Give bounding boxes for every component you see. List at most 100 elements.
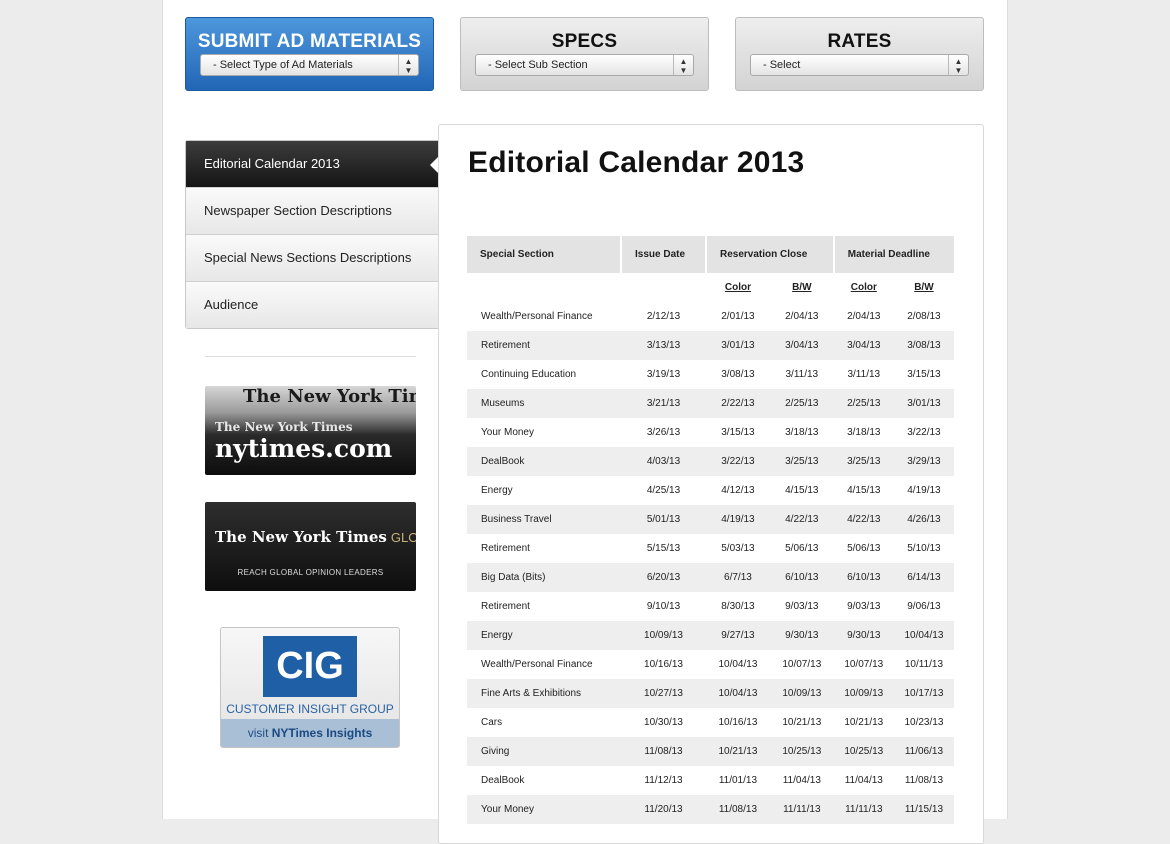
sidebar-item-editorial-calendar[interactable]: Editorial Calendar 2013	[186, 141, 439, 187]
cell-issue-date: 11/20/13	[644, 804, 683, 815]
cell-issue-date: 3/19/13	[646, 369, 681, 380]
cell-special-section: Museums	[481, 398, 525, 409]
cig-visit-target: NYTimes Insights	[271, 726, 373, 740]
cell-material-bw: 9/06/13	[907, 601, 941, 612]
cell-special-section: Wealth/Personal Finance	[481, 311, 593, 322]
cell-reservation-color: 11/01/13	[718, 775, 758, 786]
cell-material-color: 9/03/13	[847, 601, 881, 612]
select-arrows-icon: ▲ ▼	[398, 55, 418, 75]
cell-material-bw: 10/11/13	[904, 659, 944, 670]
cell-special-section: Giving	[481, 746, 510, 757]
rates-title: RATES	[827, 31, 892, 52]
header-special-section: Special Section	[467, 236, 622, 273]
editorial-calendar-table: Special Section Issue Date Reservation C…	[467, 236, 954, 824]
cell-reservation-color: 10/16/13	[718, 717, 758, 728]
cell-reservation-color: 11/08/13	[718, 804, 758, 815]
customer-insight-group-ad[interactable]: CIG CUSTOMER INSIGHT GROUP visit NYTimes…	[220, 627, 400, 748]
cell-issue-date: 3/26/13	[646, 427, 681, 438]
cell-reservation-bw: 10/21/13	[782, 717, 822, 728]
header-material-deadline: Material Deadline	[833, 236, 954, 273]
table-row: Retirement 9/10/13 8/30/13 9/03/13 9/03/13 9/…	[467, 592, 954, 621]
cell-material-bw: 4/26/13	[907, 514, 941, 525]
subheader-reservation-color: Color	[724, 282, 751, 293]
cig-name: CUSTOMER INSIGHT GROUP	[226, 702, 394, 716]
cell-material-bw: 3/29/13	[907, 456, 941, 467]
table-row: Retirement 5/15/13 5/03/13 5/06/13 5/06/13 5/…	[467, 534, 954, 563]
cell-material-color: 10/21/13	[844, 717, 884, 728]
cell-material-bw: 10/23/13	[904, 717, 944, 728]
cell-issue-date: 4/25/13	[646, 485, 681, 496]
select-arrows-icon: ▲ ▼	[948, 55, 968, 75]
nytimes-ad-masthead-small: The New York Times	[215, 420, 353, 434]
cell-reservation-bw: 5/06/13	[785, 543, 819, 554]
cell-special-section: Your Money	[481, 804, 534, 815]
cell-material-bw: 10/04/13	[904, 630, 944, 641]
ad-materials-type-select[interactable]: - Select Type of Ad Materials ▲ ▼	[200, 54, 419, 76]
sidebar-item-special-news-sections[interactable]: Special News Sections Descriptions	[186, 234, 438, 281]
rates-select-value: - Select	[763, 59, 801, 71]
cell-material-color: 3/18/13	[847, 427, 881, 438]
cell-material-bw: 3/08/13	[907, 340, 941, 351]
cell-material-color: 3/04/13	[847, 340, 881, 351]
cell-reservation-bw: 2/04/13	[785, 311, 819, 322]
cell-reservation-color: 3/08/13	[721, 369, 755, 380]
cell-material-color: 11/04/13	[844, 775, 883, 786]
sidebar-item-audience[interactable]: Audience	[186, 281, 438, 328]
cell-reservation-color: 10/04/13	[718, 659, 758, 670]
global-ad-tagline: REACH GLOBAL OPINION LEADERS	[237, 568, 384, 577]
sidebar-item-label: Audience	[204, 297, 259, 312]
cell-special-section: DealBook	[481, 775, 525, 786]
cell-material-bw: 4/19/13	[907, 485, 941, 496]
global-ad-masthead: The New York TimesGLOBAL	[215, 528, 416, 546]
cell-issue-date: 10/30/13	[644, 717, 683, 728]
specs-box: SPECS - Select Sub Section ▲ ▼	[460, 17, 709, 91]
cell-reservation-bw: 10/07/13	[782, 659, 822, 670]
cell-material-color: 10/25/13	[844, 746, 884, 757]
rates-select[interactable]: - Select ▲ ▼	[750, 54, 969, 76]
cell-reservation-bw: 3/11/13	[785, 369, 819, 380]
cig-visit-link[interactable]: visit NYTimes Insights	[221, 719, 399, 747]
cell-special-section: Your Money	[481, 427, 534, 438]
cell-reservation-color: 3/22/13	[721, 456, 755, 467]
select-arrows-icon: ▲ ▼	[673, 55, 693, 75]
cell-material-bw: 3/01/13	[907, 398, 941, 409]
table-row: DealBook 4/03/13 3/22/13 3/25/13 3/25/13 3/29…	[467, 447, 954, 476]
cell-material-color: 5/06/13	[847, 543, 881, 554]
table-row: Giving 11/08/13 10/21/13 10/25/13 10/25/13 11…	[467, 737, 954, 766]
cell-special-section: Retirement	[481, 340, 530, 351]
nytimes-com-ad[interactable]: The New York Times The New York Times ny…	[205, 386, 416, 475]
cell-reservation-color: 3/15/13	[721, 427, 755, 438]
table-row: Museums 3/21/13 2/22/13 2/25/13 2/25/13 3/01/…	[467, 389, 954, 418]
header-issue-date: Issue Date	[621, 236, 707, 273]
cell-reservation-bw: 3/25/13	[785, 456, 819, 467]
specs-sub-section-select[interactable]: - Select Sub Section ▲ ▼	[475, 54, 694, 76]
specs-title: SPECS	[551, 31, 618, 52]
cell-special-section: Wealth/Personal Finance	[481, 659, 593, 670]
cell-special-section: Energy	[481, 485, 513, 496]
table-row: Big Data (Bits) 6/20/13 6/7/13 6/10/13 6/10/…	[467, 563, 954, 592]
global-ad-masthead-text: The New York Times	[215, 528, 387, 546]
submit-ad-materials-title: SUBMIT AD MATERIALS	[197, 31, 422, 52]
cell-reservation-color: 8/30/13	[721, 601, 755, 612]
nytimes-global-ad[interactable]: The New York TimesGLOBAL REACH GLOBAL OP…	[205, 502, 416, 591]
sidebar-nav: Editorial Calendar 2013 Newspaper Sectio…	[185, 140, 439, 329]
cell-material-color: 3/11/13	[847, 369, 881, 380]
cell-issue-date: 11/08/13	[644, 746, 683, 757]
cell-reservation-bw: 9/03/13	[785, 601, 819, 612]
cell-special-section: Business Travel	[481, 514, 552, 525]
sidebar-item-newspaper-sections[interactable]: Newspaper Section Descriptions	[186, 187, 438, 234]
cell-material-color: 4/15/13	[847, 485, 881, 496]
table-row: Your Money 11/20/13 11/08/13 11/11/13 11/11/…	[467, 795, 954, 824]
cell-reservation-bw: 3/18/13	[785, 427, 819, 438]
table-row: Business Travel 5/01/13 4/19/13 4/22/13 4/22…	[467, 505, 954, 534]
cell-reservation-bw: 11/11/13	[783, 804, 821, 815]
cell-material-bw: 3/15/13	[907, 369, 941, 380]
subheader-material-bw: B/W	[914, 282, 934, 293]
cell-reservation-bw: 10/09/13	[782, 688, 822, 699]
sidebar-item-label: Newspaper Section Descriptions	[204, 203, 392, 218]
cell-special-section: Continuing Education	[481, 369, 577, 380]
cell-reservation-bw: 4/15/13	[785, 485, 819, 496]
table-row: Continuing Education 3/19/13 3/08/13 3/11/1…	[467, 360, 954, 389]
cell-reservation-color: 4/12/13	[721, 485, 755, 496]
cell-issue-date: 10/27/13	[644, 688, 683, 699]
